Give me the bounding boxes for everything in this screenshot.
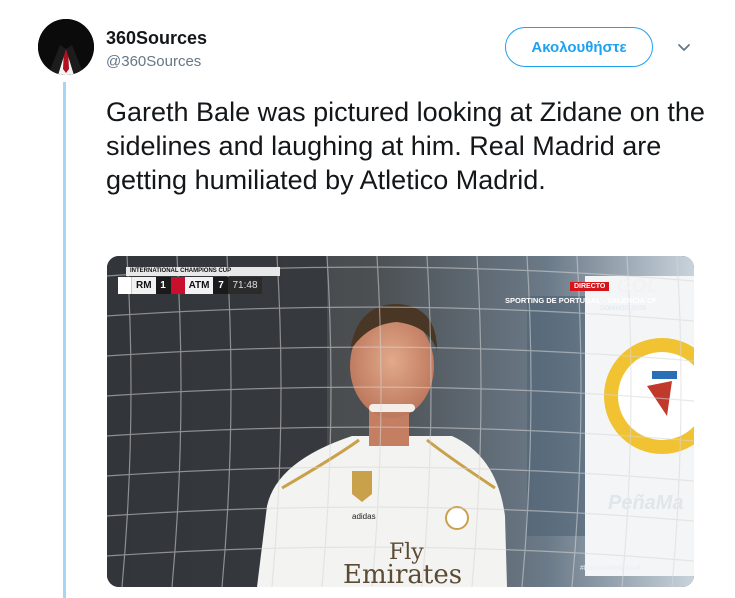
broadcast-hashtag: #MadridAtletiEnGol: [580, 565, 641, 572]
author-display-name[interactable]: 360Sources: [106, 28, 207, 49]
atletico-crest-icon: [170, 277, 185, 294]
real-madrid-crest-icon: [118, 277, 132, 294]
shirt-brand: adidas: [352, 512, 376, 521]
chevron-down-icon[interactable]: [674, 38, 694, 58]
away-score: 7: [213, 277, 229, 294]
next-match: SPORTING DE PORTUGAL - VALENCIA CF: [505, 296, 657, 305]
tweet-text: Gareth Bale was pictured looking at Zida…: [106, 97, 705, 195]
follow-button[interactable]: Ακολουθήστε: [505, 27, 653, 67]
match-clock: 71:48: [228, 277, 262, 294]
suit-avatar-icon: [38, 19, 94, 75]
competition-name: INTERNATIONAL CHAMPIONS CUP: [126, 267, 280, 276]
stadium-banner-text: PeñaMa: [608, 492, 684, 514]
live-badge: DIRECTO: [570, 282, 610, 291]
thread-connector-line: [63, 82, 66, 598]
author-handle[interactable]: @360Sources: [106, 53, 201, 70]
broadcaster-logo: GOL: [617, 276, 659, 296]
shirt-sponsor-line2: Emirates: [343, 560, 463, 590]
next-match-time: DOMINGO 20:00: [600, 306, 647, 312]
score-bar: RM 1 ATM 7 71:48: [118, 277, 262, 294]
away-team: ATM: [184, 277, 214, 294]
home-score: 1: [155, 277, 171, 294]
avatar[interactable]: [38, 19, 94, 75]
home-team: RM: [132, 277, 156, 294]
